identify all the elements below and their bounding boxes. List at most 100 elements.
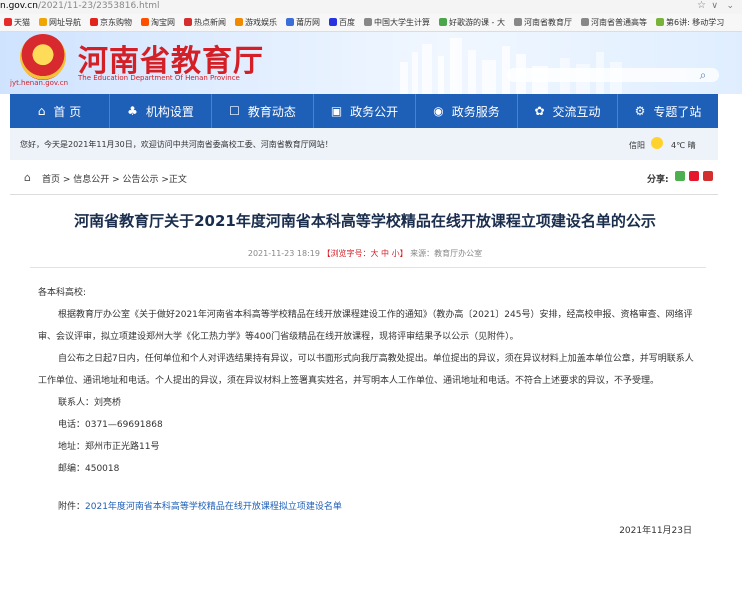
paragraph-notice: 根据教育厅办公室《关于做好2021年河南省本科高等学校精品在线开放课程建设工作的…	[38, 310, 693, 342]
bookmark-label: 百度	[339, 18, 355, 27]
nav-item-1[interactable]: ⌂ 首 页	[10, 94, 110, 128]
paragraph-objection: 自公布之日起7日内，任何单位和个人对评选结果持有异议，可以书面形式向我厅高教处提…	[38, 354, 694, 386]
org-icon: ♣	[127, 104, 138, 118]
bookmark-icon	[90, 18, 98, 26]
bookmark-label: 好歌游的课 - 大	[449, 18, 505, 27]
weather-temp: 4℃ 晴	[671, 141, 696, 150]
article-title: 河南省教育厅关于2021年度河南省本科高等学校精品在线开放课程立项建设名单的公示	[74, 212, 656, 230]
nav-item-label: 教育动态	[247, 104, 296, 119]
bookmark-label: 第6讲: 移动学习	[665, 18, 725, 27]
chevron-down-icon[interactable]: ∨	[711, 0, 718, 12]
welcome-bar: 您好，今天是2021年11月30日，欢迎访问中共河南省委高校工委、河南省教育厅网…	[10, 128, 718, 160]
print-share-icon[interactable]	[703, 171, 713, 181]
bookmark-icon	[580, 18, 589, 26]
weibo-share-icon[interactable]	[689, 171, 699, 181]
bookmark-icon	[39, 18, 47, 26]
bookmark-item[interactable]: 网址导航	[35, 14, 86, 31]
home-icon[interactable]: ⌂	[24, 171, 31, 184]
site-english-name: The Education Department Of Henan Provin…	[78, 74, 240, 82]
chat-icon: ✿	[534, 104, 545, 118]
share-label: 分享:	[647, 175, 669, 185]
main-nav: ⌂ 首 页 ♣ 机构设置 ☐ 教育动态 ▣ 政务公开 ◉ 政务服务 ✿ 交流互动 ⚙ 专题了站	[10, 94, 718, 128]
national-emblem-icon	[20, 34, 66, 80]
doc-icon: ▣	[330, 104, 343, 118]
contact-phone: 电话：0371—69691868	[58, 420, 163, 430]
news-icon: ☐	[229, 104, 240, 118]
bookmark-icon	[235, 18, 243, 26]
contact-zip: 邮编：450018	[58, 464, 120, 474]
nav-item-6[interactable]: ✿ 交流互动	[518, 94, 618, 128]
breadcrumb-trail[interactable]: 首页 > 信息公开 > 公告公示 >正文	[42, 172, 187, 185]
bookmark-item[interactable]: 游戏娱乐	[231, 14, 282, 31]
article-body: 各本科高校: 根据教育厅办公室《关于做好2021年河南省本科高等学校精品在线开放…	[38, 282, 694, 542]
nav-item-2[interactable]: ♣ 机构设置	[110, 94, 212, 128]
url-host: n.gov.cn	[0, 1, 38, 11]
attachment: 附件：2021年度河南省本科高等学校精品在线开放课程拟立项建设名单	[38, 496, 694, 518]
bookmark-item[interactable]: 热点新闻	[180, 14, 231, 31]
bookmark-label: 热点新闻	[194, 18, 226, 27]
bookmark-item[interactable]: 中国大学生计算	[360, 14, 435, 31]
sun-icon	[651, 137, 663, 149]
attachment-label: 附件：	[58, 502, 86, 512]
bookmark-item[interactable]: 京东购物	[86, 14, 137, 31]
weather-city: 信阳	[629, 141, 645, 150]
city-skyline-illustration	[400, 38, 622, 94]
bookmark-label: 网址导航	[49, 18, 81, 27]
bookmark-label: 京东购物	[100, 18, 132, 27]
nav-item-label: 交流互动	[552, 104, 601, 119]
nav-item-3[interactable]: ☐ 教育动态	[212, 94, 314, 128]
site-header: 河南省教育厅 The Education Department Of Henan…	[0, 32, 742, 94]
search-icon[interactable]: ⌕	[695, 67, 711, 83]
font-size-switch[interactable]: 【浏览字号：大 中 小】	[323, 249, 408, 258]
url-path: /2021/11-23/2353816.html	[37, 1, 160, 11]
topic-icon: ⚙	[634, 104, 646, 118]
bookmark-label: 游戏娱乐	[245, 18, 277, 27]
bookmark-item[interactable]: 河南省普通高等	[577, 14, 652, 31]
nav-item-label: 首 页	[53, 104, 82, 119]
welcome-text: 您好，今天是2021年11月30日，欢迎访问中共河南省委高校工委、河南省教育厅网…	[20, 140, 333, 149]
bookmark-label: 中国大学生计算	[374, 18, 430, 27]
bookmark-icon	[364, 18, 372, 26]
wechat-share-icon[interactable]	[675, 171, 685, 181]
bookmark-label: 河南省教育厅	[523, 18, 572, 27]
nav-item-label: 机构设置	[145, 104, 194, 119]
salutation: 各本科高校:	[38, 288, 87, 298]
nav-item-7[interactable]: ⚙ 专题了站	[618, 94, 718, 128]
bookmark-icon	[4, 18, 12, 26]
bookmark-item[interactable]: 百度	[325, 14, 360, 31]
home-icon: ⌂	[37, 104, 46, 118]
bookmark-label: 淘宝网	[151, 18, 175, 27]
bookmark-icon	[286, 18, 294, 26]
signature-date: 2021年11月23日	[619, 526, 692, 536]
nav-item-label: 政务公开	[350, 104, 399, 119]
star-icon[interactable]: ☆	[697, 0, 706, 12]
service-icon: ◉	[433, 104, 444, 118]
bookmark-item[interactable]: 淘宝网	[137, 14, 180, 31]
bookmark-item[interactable]: 天猫	[0, 14, 35, 31]
bookmark-icon	[513, 18, 522, 26]
bookmark-item[interactable]: 河南省教育厅	[510, 14, 577, 31]
bookmark-label: 莆历网	[296, 18, 320, 27]
nav-item-label: 政务服务	[451, 104, 500, 119]
divider	[30, 267, 706, 268]
bookmark-icon	[439, 18, 447, 26]
bookmark-item[interactable]: 莆历网	[282, 14, 325, 31]
article-meta: 2021-11-23 18:19 【浏览字号：大 中 小】 来源：教育厅办公室	[30, 248, 700, 259]
bookmark-icon	[655, 18, 664, 26]
attachment-link[interactable]: 2021年度河南省本科高等学校精品在线开放课程拟立项建设名单	[85, 502, 342, 512]
bookmarks-bar: 天猫 网址导航 京东购物 淘宝网 热点新闻 游戏娱乐 莆历网 百度 中国大学生计算 好歌游的课 -…	[0, 14, 742, 32]
bookmark-item[interactable]: 好歌游的课 - 大	[435, 14, 510, 31]
contact-address: 地址：郑州市正光路11号	[58, 442, 160, 452]
breadcrumb: ⌂ 首页 > 信息公开 > 公告公示 >正文 分享:	[10, 160, 718, 195]
bookmark-label: 天猫	[14, 18, 30, 27]
chevron-right-icon[interactable]: ⌄	[726, 0, 734, 12]
bookmark-icon	[141, 18, 149, 26]
nav-item-label: 专题了站	[653, 104, 702, 119]
address-bar[interactable]: n.gov.cn/2021/11-23/2353816.html ☆ ∨ ⌄	[0, 0, 742, 14]
article-source: 来源：教育厅办公室	[410, 249, 483, 258]
search-input[interactable]	[507, 68, 719, 82]
nav-item-4[interactable]: ▣ 政务公开	[314, 94, 416, 128]
bookmark-item[interactable]: 第6讲: 移动学习	[652, 14, 729, 31]
nav-item-5[interactable]: ◉ 政务服务	[416, 94, 518, 128]
publish-date: 2021-11-23 18:19	[247, 249, 320, 258]
